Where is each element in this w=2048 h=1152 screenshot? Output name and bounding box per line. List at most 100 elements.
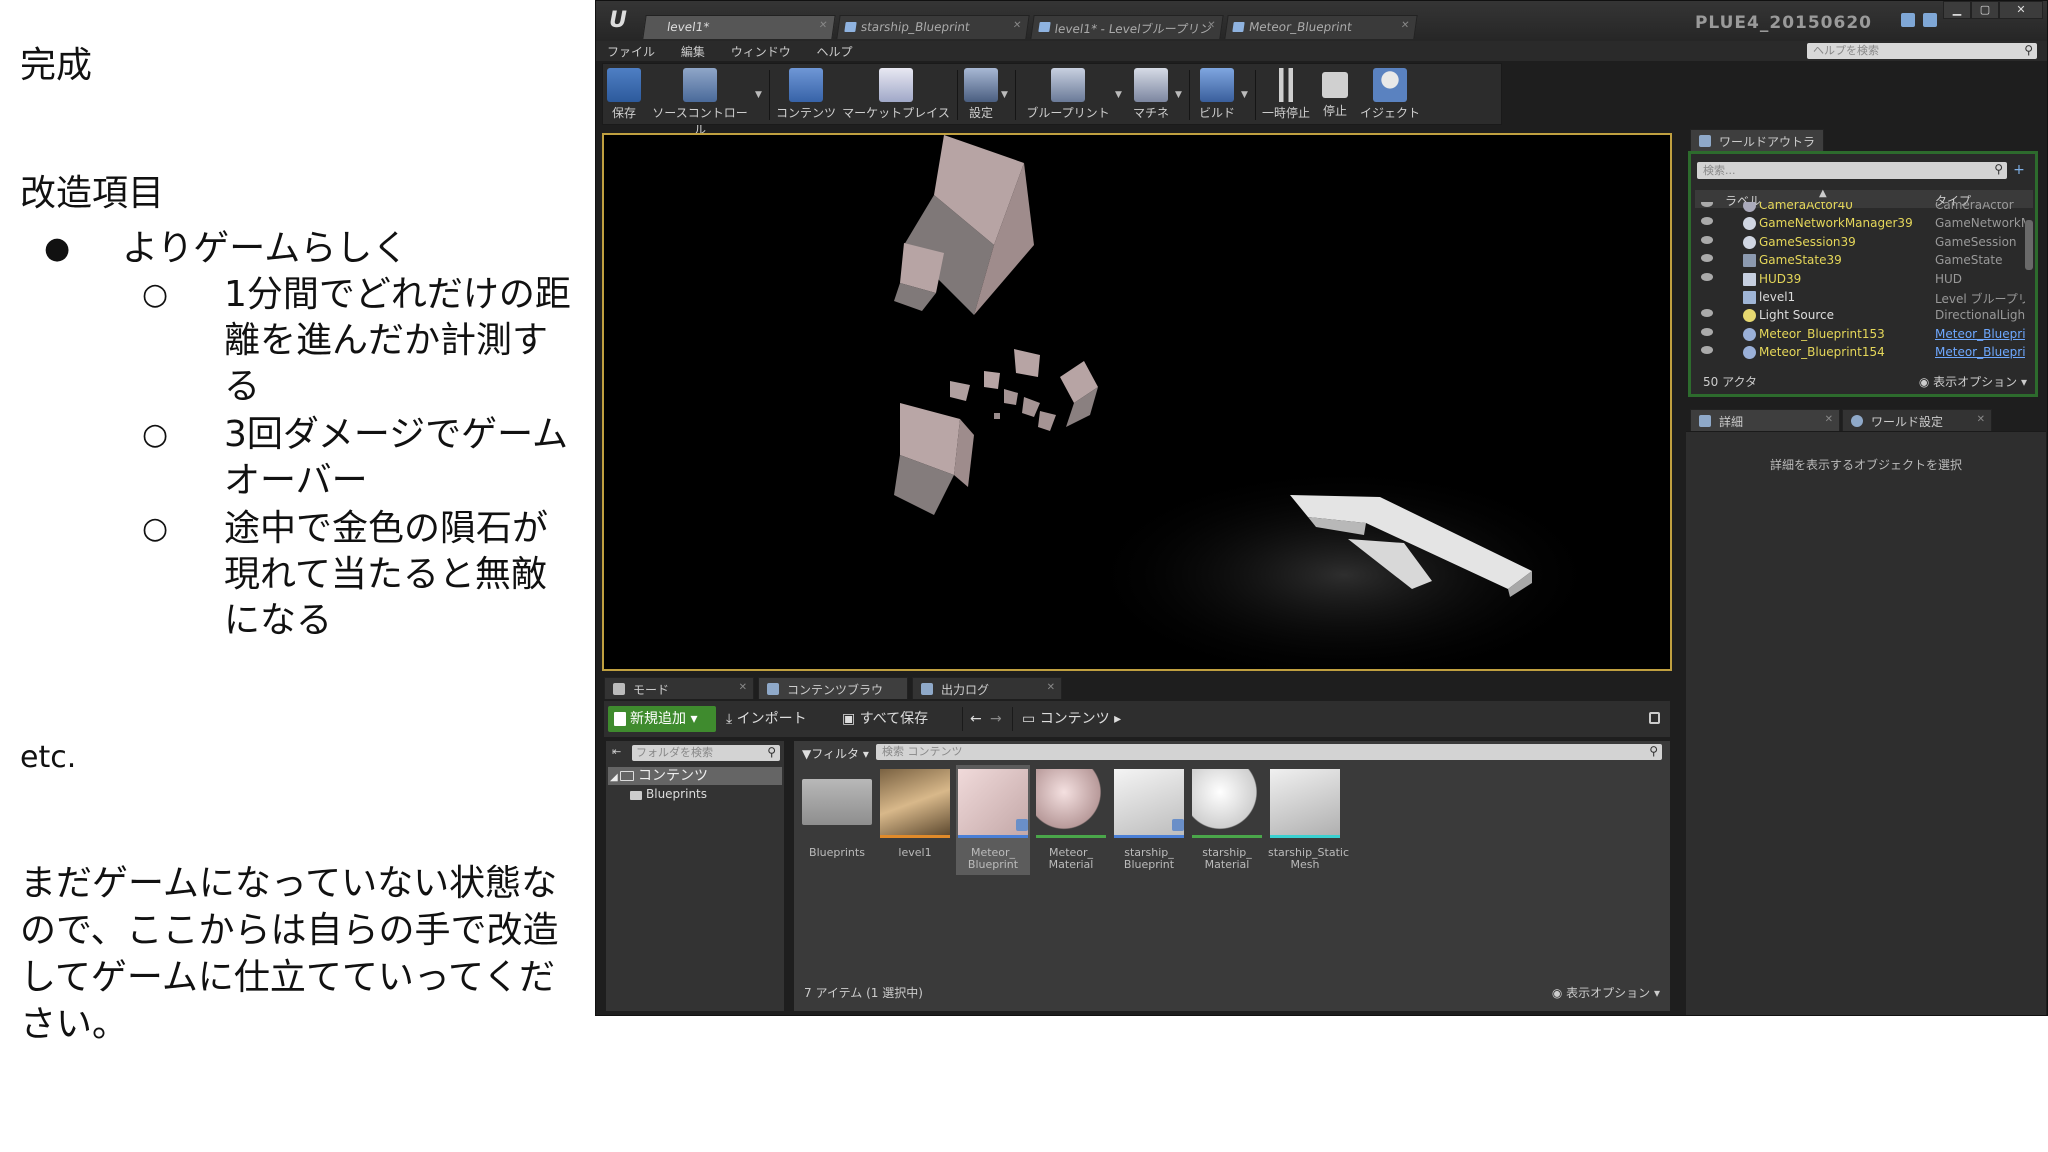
chevron-down-icon[interactable]: ▼ xyxy=(1115,90,1122,100)
tab-modes[interactable]: モード ✕ xyxy=(604,677,754,699)
outliner-row[interactable]: GameNetworkManager39 GameNetworkMa xyxy=(1695,214,2025,232)
back-button[interactable]: ← xyxy=(970,706,982,732)
bullet-item: よりゲームらしく 1分間でどれだけの距離を進んだか計測する 3回ダメージでゲーム… xyxy=(40,226,580,644)
visibility-icon[interactable] xyxy=(1701,202,1713,207)
build-button[interactable]: ビルド xyxy=(1195,66,1239,124)
tab-content-browser[interactable]: コンテンツブラウ xyxy=(758,677,908,699)
minimize-button[interactable]: ▁ xyxy=(1943,1,1971,19)
visibility-icon[interactable] xyxy=(1701,309,1713,318)
close-icon[interactable]: ✕ xyxy=(1825,414,1833,425)
search-icon: ⚲ xyxy=(1649,744,1658,758)
view-options-button[interactable]: ◉ 表示オプション ▾ xyxy=(1919,373,2027,390)
asset-tile-meteor-blueprint[interactable]: Meteor_ Blueprint xyxy=(956,765,1030,875)
asset-tile-blueprints[interactable]: Blueprints xyxy=(800,765,874,875)
help-search-input[interactable]: ヘルプを検索 ⚲ xyxy=(1807,43,2037,59)
close-icon[interactable]: ✕ xyxy=(1400,20,1410,31)
view-options-button[interactable]: ◉ 表示オプション ▾ xyxy=(1552,984,1660,1001)
save-all-button[interactable]: ▣ すべて保存 xyxy=(842,706,928,732)
add-folder-icon[interactable]: + xyxy=(2009,162,2029,179)
feedback-icon[interactable] xyxy=(1901,13,1915,27)
etc-text: etc. xyxy=(20,740,77,775)
pause-button[interactable]: 一時停止 xyxy=(1261,66,1311,124)
close-icon[interactable]: ✕ xyxy=(1012,20,1022,31)
level-viewport[interactable] xyxy=(602,133,1672,671)
matinee-button[interactable]: マチネ xyxy=(1129,66,1173,124)
close-icon[interactable]: ✕ xyxy=(818,20,828,31)
chevron-down-icon[interactable]: ▼ xyxy=(1001,90,1008,100)
visibility-icon[interactable] xyxy=(1701,346,1713,355)
tab-label: コンテンツブラウ xyxy=(787,683,884,697)
visibility-icon[interactable] xyxy=(1701,327,1713,336)
forward-button[interactable]: → xyxy=(990,706,1002,732)
maximize-button[interactable]: ▢ xyxy=(1971,1,1999,19)
marketplace-button[interactable]: マーケットプレイス xyxy=(841,66,951,124)
close-window-button[interactable]: ✕ xyxy=(1999,1,2043,19)
row-label: Meteor_Blueprint154 xyxy=(1759,345,1885,360)
tab-world-settings[interactable]: ワールド設定 ✕ xyxy=(1842,409,1992,431)
lock-icon[interactable] xyxy=(1649,712,1660,724)
add-new-button[interactable]: 新規追加 ▾ xyxy=(608,706,716,732)
tab-starship-blueprint[interactable]: starship_Blueprint ✕ xyxy=(836,15,1030,39)
menu-edit[interactable]: 編集 xyxy=(670,41,716,62)
menu-file[interactable]: ファイル xyxy=(596,41,666,62)
save-button[interactable]: 保存 xyxy=(607,66,641,124)
close-icon[interactable]: ✕ xyxy=(739,682,747,693)
ship-glow xyxy=(1084,465,1604,669)
outliner-row[interactable]: level1 Level ブループリ xyxy=(1695,288,2025,306)
asset-tile-starship-material[interactable]: starship_ Material xyxy=(1190,765,1264,875)
outliner-row[interactable]: GameState39 GameState xyxy=(1695,251,2025,269)
asset-tile-meteor-material[interactable]: Meteor_ Material xyxy=(1034,765,1108,875)
source-control-button[interactable]: ソースコントロール xyxy=(647,66,753,137)
actor-icon xyxy=(1743,217,1756,231)
tab-output-log[interactable]: 出力ログ ✕ xyxy=(912,677,1062,699)
filter-button[interactable]: ▼フィルタ ▾ xyxy=(802,745,869,762)
tree-item-content[interactable]: ◢ コンテンツ xyxy=(608,767,782,785)
menu-help[interactable]: ヘルプ xyxy=(806,41,864,62)
chevron-down-icon[interactable]: ▼ xyxy=(1241,90,1248,100)
settings-button[interactable]: 設定 xyxy=(963,66,999,124)
tab-level1[interactable]: level1* ✕ xyxy=(642,15,836,39)
close-icon[interactable]: ✕ xyxy=(1206,20,1216,31)
path-breadcrumb[interactable]: ▭ コンテンツ ▸ xyxy=(1022,706,1121,732)
outliner-row[interactable]: Meteor_Blueprint153 Meteor_Bluepri xyxy=(1695,325,2025,343)
outliner-row[interactable]: CameraActor40 CameraActor xyxy=(1695,202,2025,214)
build-icon xyxy=(1200,68,1234,102)
content-button[interactable]: コンテンツ xyxy=(775,66,837,124)
chevron-down-icon[interactable]: ▼ xyxy=(755,90,762,100)
asset-search-input[interactable]: 検索 コンテンツ ⚲ xyxy=(876,744,1662,760)
tab-meteor-blueprint[interactable]: Meteor_Blueprint ✕ xyxy=(1224,15,1418,39)
collapse-tree-icon[interactable]: ⇤ xyxy=(612,745,628,759)
asset-tile-starship-static-mesh[interactable]: starship_Static Mesh xyxy=(1268,765,1349,875)
outliner-row[interactable]: Meteor_Blueprint154 Meteor_Bluepri xyxy=(1695,343,2025,360)
asset-tile-level1[interactable]: level1 xyxy=(878,765,952,875)
eject-button[interactable]: イジェクト xyxy=(1357,66,1423,124)
chevron-down-icon[interactable]: ▼ xyxy=(1175,90,1182,100)
visibility-icon[interactable] xyxy=(1701,272,1713,281)
visibility-icon[interactable] xyxy=(1701,254,1713,263)
asset-tile-starship-blueprint[interactable]: starship_ Blueprint xyxy=(1112,765,1186,875)
tab-level-blueprint[interactable]: level1* - Levelブループリン ✕ xyxy=(1030,15,1224,39)
outliner-row[interactable]: HUD39 HUD xyxy=(1695,270,2025,288)
source-control-status-icon[interactable] xyxy=(1923,13,1937,27)
visibility-icon[interactable] xyxy=(1701,217,1713,226)
expand-icon[interactable]: ◢ xyxy=(610,769,618,787)
outliner-search-input[interactable]: 検索... ⚲ xyxy=(1697,162,2007,179)
close-icon[interactable]: ✕ xyxy=(1047,682,1055,693)
outliner-row[interactable]: Light Source DirectionalLight xyxy=(1695,306,2025,324)
row-type-link[interactable]: Meteor_Bluepri xyxy=(1935,327,2025,341)
import-button[interactable]: ⤓ インポート xyxy=(726,706,807,732)
outliner-row[interactable]: GameSession39 GameSession xyxy=(1695,233,2025,251)
help-search-placeholder: ヘルプを検索 xyxy=(1813,44,1879,57)
blueprints-button[interactable]: ブループリント xyxy=(1023,66,1113,124)
folder-search-input[interactable]: フォルダを検索 ⚲ xyxy=(632,745,780,761)
row-type-link[interactable]: Meteor_Bluepri xyxy=(1935,345,2025,359)
add-new-label: 新規追加 xyxy=(630,711,686,727)
outliner-scrollbar[interactable] xyxy=(2025,220,2033,270)
tab-world-outliner[interactable]: ワールドアウトライ xyxy=(1690,129,1824,166)
close-icon[interactable]: ✕ xyxy=(1977,414,1985,425)
tree-item-blueprints[interactable]: Blueprints xyxy=(628,787,707,801)
tab-details[interactable]: 詳細 ✕ xyxy=(1690,409,1840,431)
menu-window[interactable]: ウィンドウ xyxy=(720,41,802,62)
stop-button[interactable]: 停止 xyxy=(1317,66,1353,124)
visibility-icon[interactable] xyxy=(1701,235,1713,244)
